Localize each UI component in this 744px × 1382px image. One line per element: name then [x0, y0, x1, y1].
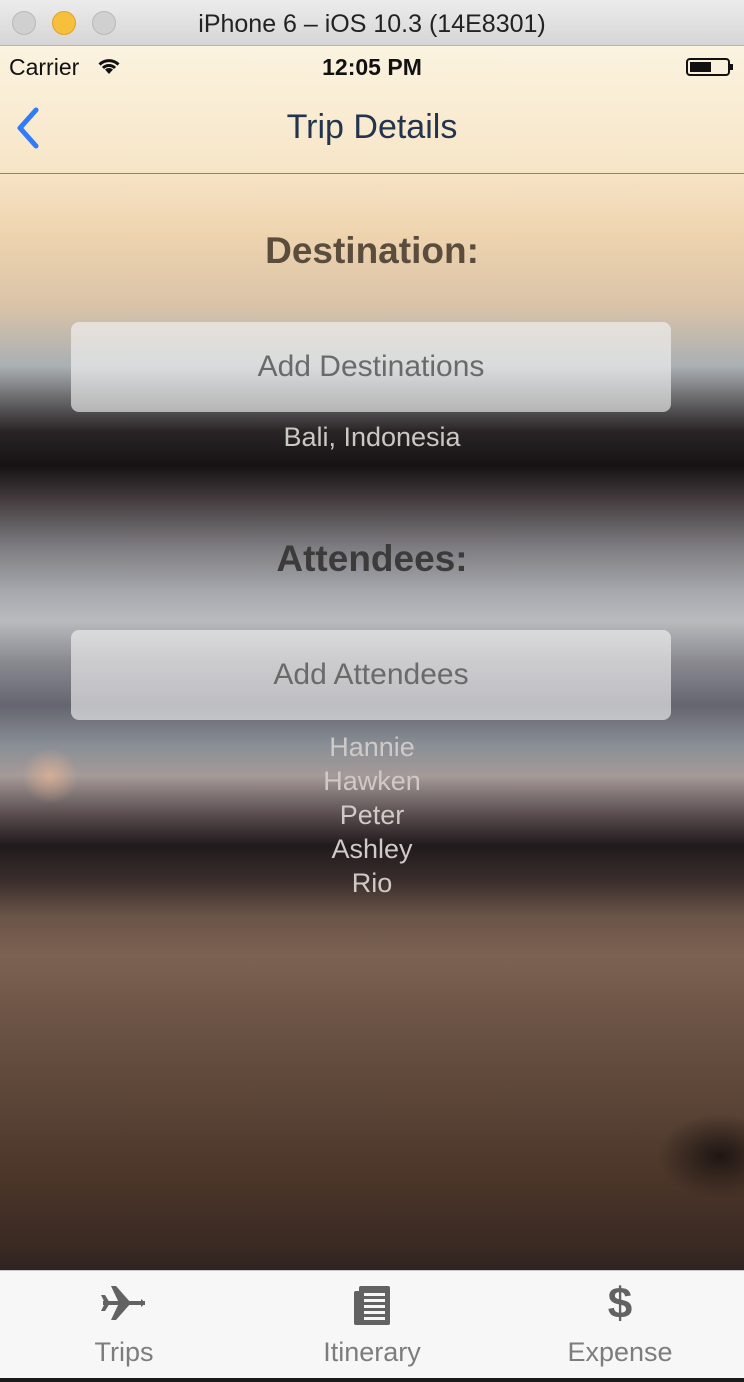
battery-icon	[686, 58, 733, 76]
attendee-name: Rio	[351, 868, 393, 898]
device-bottom-edge	[0, 1378, 744, 1382]
status-bar: Carrier 12:05 PM	[0, 46, 744, 88]
tab-expense[interactable]: $ Expense	[496, 1271, 744, 1379]
page-title: Trip Details	[286, 108, 458, 146]
tab-trips-label: Trips	[94, 1337, 154, 1367]
attendee-name: Hawken	[323, 766, 421, 796]
attendees-heading: Attendees:	[276, 538, 468, 579]
tab-expense-label: Expense	[567, 1337, 673, 1367]
dollar-icon: $	[607, 1279, 633, 1328]
tab-itinerary-label: Itinerary	[323, 1337, 421, 1367]
simulator-window: iPhone 6 – iOS 10.3 (14E8301) Carrier 12…	[0, 0, 744, 1382]
destination-value: Bali, Indonesia	[283, 422, 461, 452]
tab-trips[interactable]: Trips	[0, 1271, 248, 1379]
tab-itinerary[interactable]: Itinerary	[248, 1271, 496, 1379]
destination-heading: Destination:	[265, 230, 479, 271]
phone-screen: Carrier 12:05 PM Trip Details Destinatio…	[0, 46, 744, 1382]
document-icon	[354, 1286, 390, 1325]
attendee-name: Ashley	[331, 834, 413, 864]
attendee-name: Peter	[339, 800, 405, 830]
airplane-icon	[101, 1286, 145, 1320]
attendee-name: Hannie	[329, 732, 415, 762]
simulator-title-bar: iPhone 6 – iOS 10.3 (14E8301)	[0, 0, 744, 46]
tab-bar: Trips Itinerary $ Expense	[0, 1270, 744, 1378]
add-attendees-button[interactable]: Add Attendees	[71, 630, 671, 720]
window-title: iPhone 6 – iOS 10.3 (14E8301)	[198, 10, 546, 38]
status-time: 12:05 PM	[322, 54, 422, 80]
add-destinations-button[interactable]: Add Destinations	[71, 322, 671, 412]
navigation-bar: Trip Details	[0, 88, 744, 174]
attendee-list: Hannie Hawken Peter Ashley Rio	[0, 730, 744, 900]
